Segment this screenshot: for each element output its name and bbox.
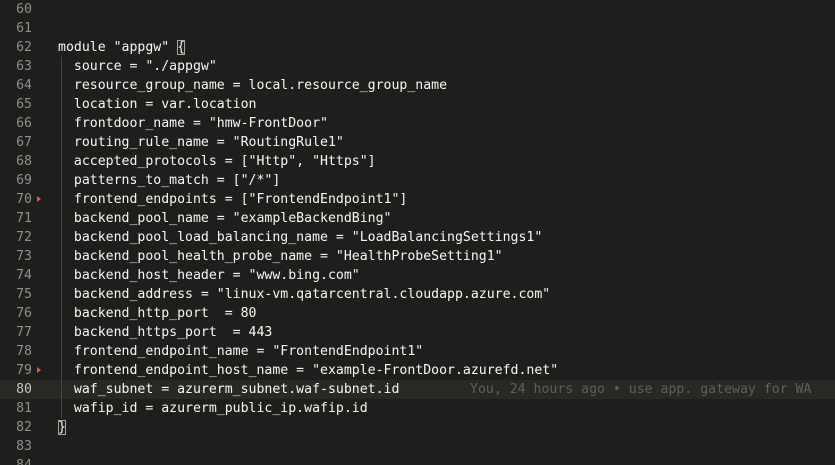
code-content: backend_host_header = "www.bing.com" (58, 268, 360, 283)
code-line[interactable]: 62 module "appgw" { (0, 38, 835, 57)
code-content: backend_pool_health_probe_name = "Health… (58, 249, 503, 264)
code-line[interactable]: 84 (0, 456, 835, 465)
code-text: location = var.location (58, 95, 257, 114)
line-number: 68 (16, 154, 32, 169)
code-editor[interactable]: 60 61 62 module "appgw" {63 source = "./app… (0, 0, 835, 465)
code-line[interactable]: 61 (0, 19, 835, 38)
line-number: 76 (16, 306, 32, 321)
line-number: 84 (0, 456, 32, 465)
code-line[interactable]: 72 backend_pool_load_balancing_name = "L… (0, 228, 835, 247)
line-number: 63 (16, 59, 32, 74)
code-content: frontend_endpoint_host_name = "example-F… (58, 363, 559, 378)
code-line[interactable]: 77 backend_https_port = 443 (0, 323, 835, 342)
code-text: patterns_to_match = ["/*"] (58, 171, 280, 190)
code-text: resource_group_name = local.resource_gro… (58, 76, 447, 95)
code-content: backend_pool_name = "exampleBackendBing" (58, 211, 392, 226)
line-number: 82 (16, 420, 32, 435)
change-marker-icon[interactable] (37, 367, 41, 373)
code-line[interactable]: 63 source = "./appgw" (0, 57, 835, 76)
code-line[interactable]: 65 location = var.location (0, 95, 835, 114)
code-text: backend_address = "linux-vm.qatarcentral… (58, 285, 550, 304)
line-number: 81 (16, 401, 32, 416)
code-text: backend_pool_load_balancing_name = "Load… (58, 228, 542, 247)
code-text: routing_rule_name = "RoutingRule1" (58, 133, 344, 152)
code-content: source = "./appgw" (58, 59, 217, 74)
code-content: location = var.location (58, 97, 257, 112)
change-marker-icon[interactable] (37, 196, 41, 202)
code-content: wafip_id = azurerm_public_ip.wafip.id (58, 401, 368, 416)
code-content: frontend_endpoints = ["FrontendEndpoint1… (58, 192, 408, 207)
code-line[interactable]: 60 (0, 0, 835, 19)
code-line[interactable]: 76 backend_http_port = 80 (0, 304, 835, 323)
code-line[interactable]: 68 accepted_protocols = ["Http", "Https"… (0, 152, 835, 171)
line-number: 77 (16, 325, 32, 340)
code-text: frontend_endpoint_name = "FrontendEndpoi… (58, 342, 423, 361)
code-content: patterns_to_match = ["/*"] (58, 173, 281, 188)
code-text: module "appgw" { (58, 38, 186, 57)
line-number: 61 (16, 21, 32, 36)
code-line[interactable]: 80 waf_subnet = azurerm_subnet.waf-subne… (0, 380, 835, 399)
line-number: 65 (16, 97, 32, 112)
code-line[interactable]: 71 backend_pool_name = "exampleBackendBi… (0, 209, 835, 228)
code-text: backend_pool_name = "exampleBackendBing" (58, 209, 392, 228)
code-text: accepted_protocols = ["Http", "Https"] (58, 152, 376, 171)
code-line[interactable]: 79 frontend_endpoint_host_name = "exampl… (0, 361, 835, 380)
code-content: frontdoor_name = "hmw-FrontDoor" (58, 116, 328, 131)
code-text: backend_http_port = 80 (58, 304, 257, 323)
code-content: backend_http_port = 80 (58, 306, 257, 321)
code-text: } (58, 418, 66, 437)
line-number: 78 (16, 344, 32, 359)
code-line[interactable]: 73 backend_pool_health_probe_name = "Hea… (0, 247, 835, 266)
code-line[interactable]: 69 patterns_to_match = ["/*"] (0, 171, 835, 190)
code-line[interactable]: 70 frontend_endpoints = ["FrontendEndpoi… (0, 190, 835, 209)
code-line[interactable]: 64 resource_group_name = local.resource_… (0, 76, 835, 95)
code-line[interactable]: 75 backend_address = "linux-vm.qatarcent… (0, 285, 835, 304)
code-line[interactable]: 66 frontdoor_name = "hmw-FrontDoor" (0, 114, 835, 133)
code-content: accepted_protocols = ["Http", "Https"] (58, 154, 376, 169)
line-number: 64 (16, 78, 32, 93)
code-text: frontend_endpoint_host_name = "example-F… (58, 361, 558, 380)
line-number: 69 (16, 173, 32, 188)
code-content: backend_address = "linux-vm.qatarcentral… (58, 287, 551, 302)
git-blame-annotation: You, 24 hours ago • use app. gateway for… (470, 382, 812, 397)
line-number: 83 (16, 439, 32, 454)
code-content: routing_rule_name = "RoutingRule1" (58, 135, 344, 150)
code-content: module "appgw" (58, 40, 178, 55)
line-number: 79 (16, 363, 32, 378)
code-text: backend_pool_health_probe_name = "Health… (58, 247, 503, 266)
line-number: 80 (16, 382, 32, 397)
code-content: backend_pool_load_balancing_name = "Load… (58, 230, 543, 245)
code-line[interactable]: 81 wafip_id = azurerm_public_ip.wafip.id (0, 399, 835, 418)
code-text: backend_https_port = 443 (58, 323, 273, 342)
line-number: 60 (16, 2, 32, 17)
line-number: 75 (16, 287, 32, 302)
code-text: waf_subnet = azurerm_subnet.waf-subnet.i… (58, 380, 400, 399)
line-number: 70 (16, 192, 32, 207)
code-text: frontdoor_name = "hmw-FrontDoor" (58, 114, 328, 133)
line-number: 66 (16, 116, 32, 131)
code-content: frontend_endpoint_name = "FrontendEndpoi… (58, 344, 424, 359)
code-line[interactable]: 82} (0, 418, 835, 437)
code-text: wafip_id = azurerm_public_ip.wafip.id (58, 399, 368, 418)
code-text: backend_host_header = "www.bing.com" (58, 266, 360, 285)
code-content: backend_https_port = 443 (58, 325, 273, 340)
code-line[interactable]: 83 (0, 437, 835, 456)
close-brace: } (58, 420, 66, 435)
code-line[interactable]: 74 backend_host_header = "www.bing.com" (0, 266, 835, 285)
code-content: resource_group_name = local.resource_gro… (58, 78, 448, 93)
code-line[interactable]: 67 routing_rule_name = "RoutingRule1" (0, 133, 835, 152)
code-text: source = "./appgw" (58, 57, 217, 76)
line-number: 73 (16, 249, 32, 264)
line-number: 72 (16, 230, 32, 245)
code-line[interactable]: 78 frontend_endpoint_name = "FrontendEnd… (0, 342, 835, 361)
line-number: 74 (16, 268, 32, 283)
code-content: waf_subnet = azurerm_subnet.waf-subnet.i… (58, 382, 400, 397)
line-number: 71 (16, 211, 32, 226)
open-brace: { (177, 40, 186, 55)
line-number: 67 (16, 135, 32, 150)
line-number: 62 (16, 40, 32, 55)
code-text: frontend_endpoints = ["FrontendEndpoint1… (58, 190, 407, 209)
